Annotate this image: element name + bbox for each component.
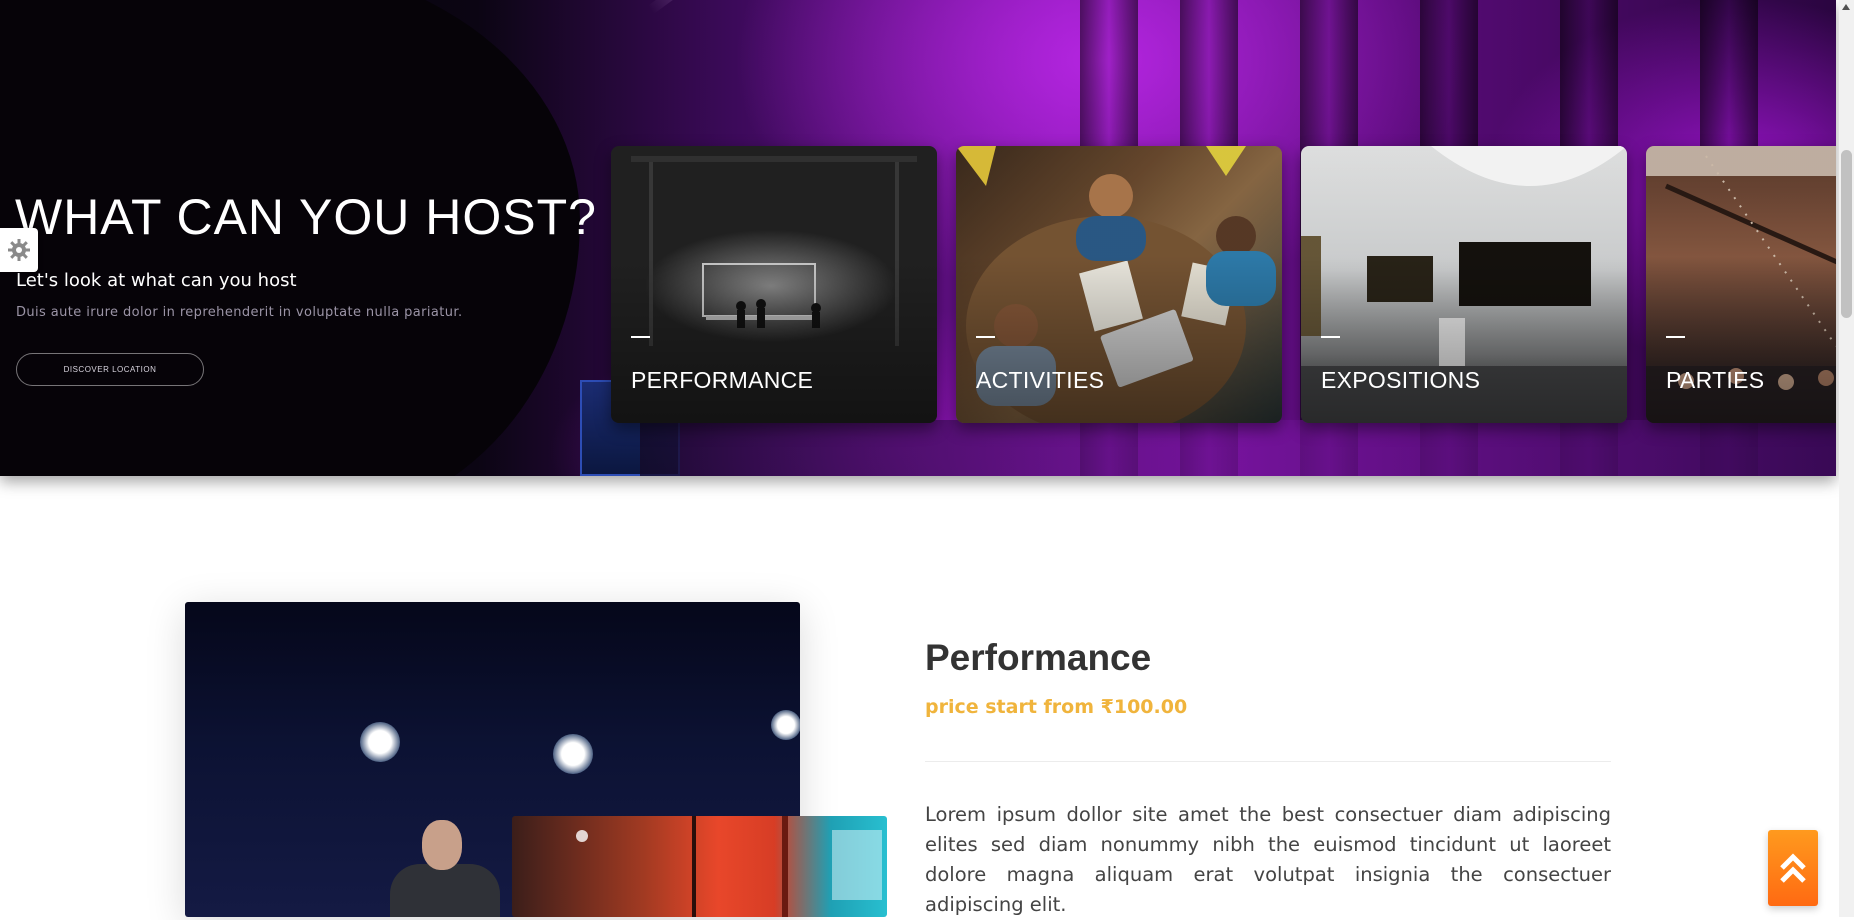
stage-spotlight bbox=[553, 734, 593, 774]
card-label: PERFORMANCE bbox=[631, 367, 814, 393]
card-parties[interactable]: PARTIES bbox=[1646, 146, 1836, 423]
stage-spotlight bbox=[771, 710, 800, 740]
scrollbar-thumb[interactable] bbox=[1841, 150, 1852, 318]
card-activities[interactable]: ACTIVITIES bbox=[956, 146, 1282, 423]
card-dash bbox=[1321, 336, 1340, 338]
performance-description: Lorem ipsum dollor site amet the best co… bbox=[925, 803, 1611, 916]
hero-description: Duis aute irure dolor in reprehenderit i… bbox=[16, 305, 463, 320]
card-label: EXPOSITIONS bbox=[1321, 367, 1481, 393]
scroll-up-arrow[interactable] bbox=[1842, 4, 1850, 10]
speaker-figure bbox=[390, 864, 500, 917]
card-label: ACTIVITIES bbox=[976, 367, 1105, 393]
card-dash bbox=[631, 336, 650, 338]
card-label: PARTIES bbox=[1666, 367, 1765, 393]
back-to-top-button[interactable] bbox=[1768, 830, 1818, 906]
card-expositions[interactable]: EXPOSITIONS bbox=[1301, 146, 1627, 423]
performance-secondary-image bbox=[512, 816, 887, 917]
light-beam bbox=[648, 0, 832, 14]
performance-title: Performance bbox=[925, 637, 1152, 678]
hero-title: WHAT CAN YOU HOST? bbox=[15, 189, 597, 245]
hero-section: WHAT CAN YOU HOST? Let's look at what ca… bbox=[0, 0, 1836, 476]
hero-subtitle: Let's look at what can you host bbox=[16, 270, 297, 291]
performance-price: price start from ₹100.00 bbox=[925, 696, 1188, 718]
gear-icon bbox=[8, 239, 30, 261]
stage-floor bbox=[640, 420, 1836, 476]
speaker-head bbox=[422, 820, 462, 870]
discover-location-button[interactable]: DISCOVER LOCATION bbox=[16, 353, 204, 386]
card-dash bbox=[976, 336, 995, 338]
divider bbox=[925, 761, 1611, 762]
page-scrollbar[interactable] bbox=[1839, 0, 1854, 917]
double-chevron-up-icon bbox=[1780, 853, 1806, 883]
card-dash bbox=[1666, 336, 1685, 338]
settings-toggle-button[interactable] bbox=[0, 228, 38, 272]
card-performance[interactable]: PERFORMANCE bbox=[611, 146, 937, 423]
stage-spotlight bbox=[360, 722, 400, 762]
